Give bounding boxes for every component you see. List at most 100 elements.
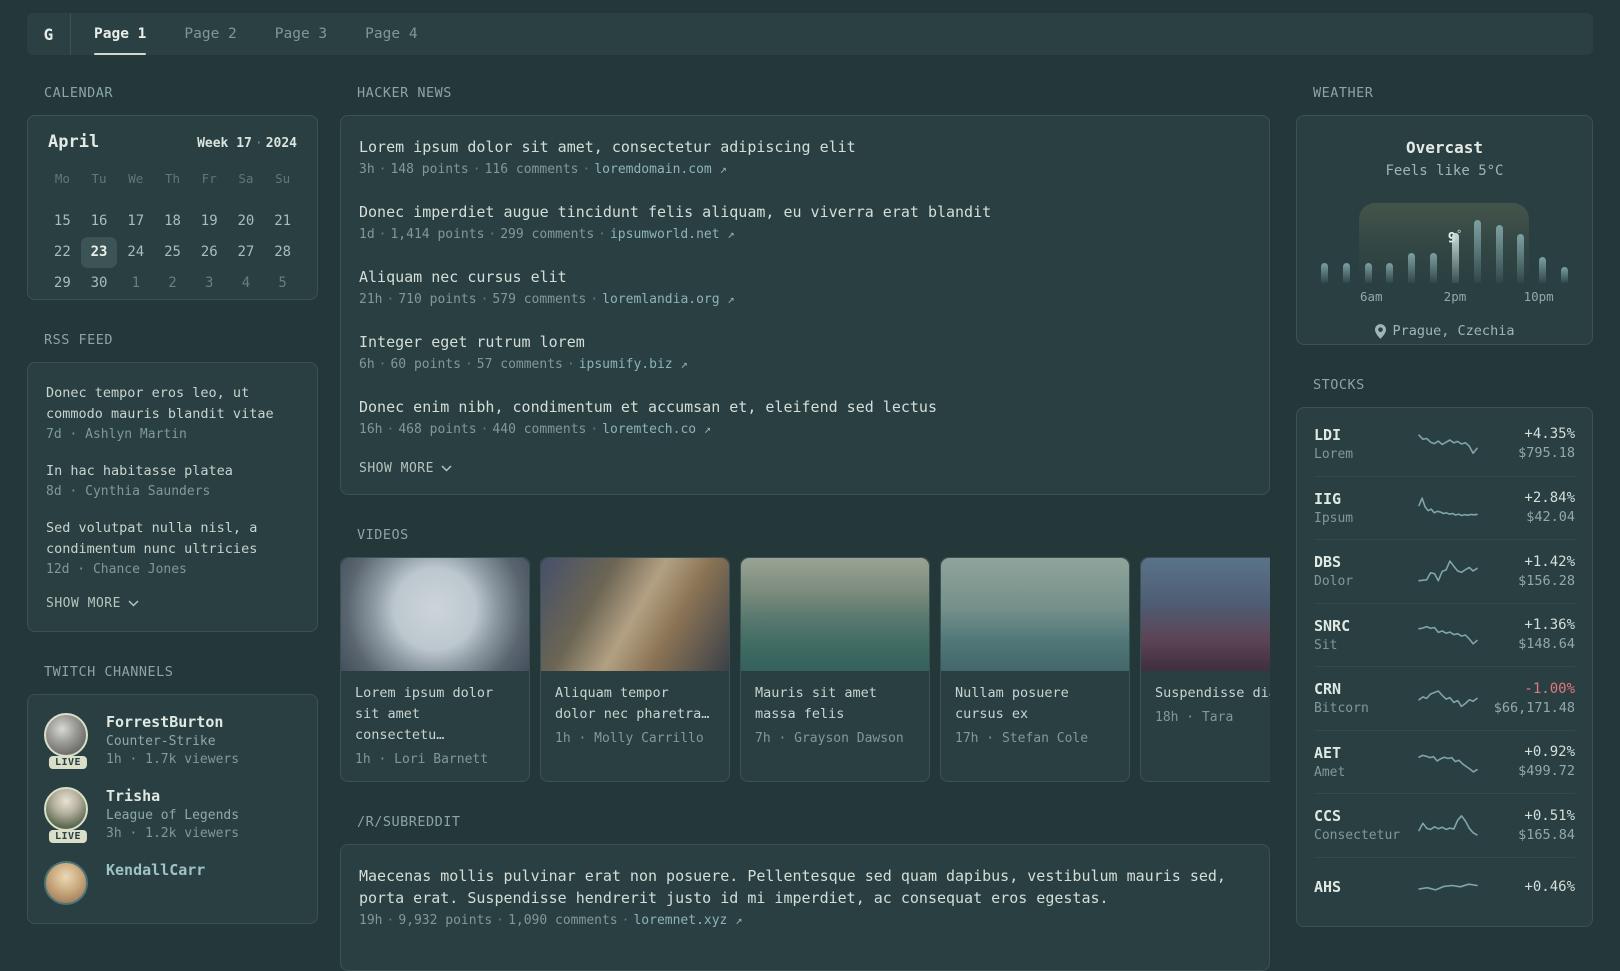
- stock-change: +0.51%: [1524, 807, 1575, 824]
- stock-row[interactable]: DBS Dolor +1.42% $156.28: [1314, 539, 1575, 603]
- stock-row[interactable]: CCS Consectetur +0.51% $165.84: [1314, 793, 1575, 857]
- video-thumbnail[interactable]: [941, 558, 1129, 671]
- video-card-body: Suspendisse diam 18h · Tara: [1141, 671, 1270, 739]
- stock-row[interactable]: SNRC Sit +1.36% $148.64: [1314, 602, 1575, 667]
- rss-item-title[interactable]: Donec tempor eros leo, ut commodo mauris…: [46, 383, 299, 425]
- video-card[interactable]: Lorem ipsum dolor sit amet consectetu… 1…: [340, 557, 530, 782]
- meta-time: 3h: [359, 162, 375, 177]
- stock-symbol: DBS: [1314, 553, 1342, 572]
- calendar-day-cell: 25: [164, 244, 181, 260]
- video-thumbnail[interactable]: [741, 558, 929, 671]
- video-thumbnail[interactable]: [341, 558, 529, 671]
- calendar-weekday-label: Sa: [238, 171, 254, 186]
- twitch-channel-info: ForrestBurton Counter-Strike 1h · 1.7k v…: [106, 713, 239, 767]
- stock-row[interactable]: IIG Ipsum +2.84% $42.04: [1314, 475, 1575, 540]
- meta-domain-link[interactable]: loremtech.co: [602, 422, 696, 437]
- video-card[interactable]: Suspendisse diam 18h · Tara: [1140, 557, 1270, 782]
- show-more-label: SHOW MORE: [46, 596, 121, 611]
- video-card[interactable]: Aliquam tempor dolor nec pharetra… 1h · …: [540, 557, 730, 782]
- avatar: [44, 713, 88, 757]
- center-column: HACKER NEWS Lorem ipsum dolor sit amet, …: [340, 60, 1270, 971]
- hackernews-item-title[interactable]: Maecenas mollis pulvinar erat non posuer…: [359, 865, 1251, 909]
- twitch-channel-row[interactable]: LIVE ForrestBurton Counter-Strike 1h · 1…: [44, 713, 301, 769]
- calendar-day-cell: 21: [274, 213, 292, 229]
- stock-sparkline: [1416, 429, 1480, 459]
- weather-feels-like: Feels like 5°C: [1385, 163, 1504, 179]
- page-tabs: Page 1 Page 2 Page 3 Page 4: [75, 13, 437, 55]
- meta-domain-link[interactable]: loremdomain.com: [594, 162, 711, 177]
- subreddit-post-list: Maecenas mollis pulvinar erat non posuer…: [359, 865, 1251, 928]
- hackernews-item-title[interactable]: Integer eget rutrum lorem: [359, 331, 1251, 353]
- videos-section: VIDEOS Lorem ipsum dolor sit amet consec…: [340, 527, 1270, 782]
- video-title[interactable]: Suspendisse diam: [1155, 683, 1270, 704]
- video-title[interactable]: Mauris sit amet massa felis: [755, 683, 915, 725]
- weather-bar: [1364, 263, 1372, 283]
- page-tab[interactable]: Page 2: [165, 13, 255, 55]
- meta-time: 21h: [359, 292, 383, 307]
- separator-dot: ·: [472, 162, 481, 177]
- stock-row[interactable]: AET Amet +0.92% $499.72: [1314, 729, 1575, 794]
- calendar-section: CALENDAR April Week 17 · 2024 Mo Tu We Th Fr Sa…: [27, 85, 318, 300]
- hackernews-item-title[interactable]: Donec imperdiet augue tincidunt felis al…: [359, 201, 1251, 223]
- page-tab[interactable]: Page 1: [75, 13, 165, 55]
- stock-price: $66,171.48: [1493, 699, 1575, 716]
- twitch-channel-name[interactable]: Trisha: [106, 787, 239, 805]
- twitch-channel-name[interactable]: ForrestBurton: [106, 713, 239, 731]
- stock-row[interactable]: LDI Lorem +4.35% $795.18: [1314, 412, 1575, 476]
- hackernews-item-title[interactable]: Aliquam nec cursus elit: [359, 266, 1251, 288]
- stock-price: $795.18: [1518, 445, 1575, 462]
- separator-dot: ·: [582, 162, 591, 177]
- weather-bar: [1321, 263, 1328, 283]
- stock-row[interactable]: AHS +0.46%: [1314, 856, 1575, 921]
- page-tab[interactable]: Page 3: [256, 13, 346, 55]
- video-card[interactable]: Nullam posuere cursus ex 17h · Stefan Co…: [940, 557, 1130, 782]
- twitch-channel-row[interactable]: LIVE Trisha League of Legends 3h · 1.2k …: [44, 787, 301, 843]
- weather-bar: [1451, 233, 1459, 283]
- hackernews-item-meta: 16h · 468 points · 440 comments · loremtech.co…: [359, 422, 1251, 437]
- twitch-channel-category: League of Legends: [106, 808, 240, 823]
- stock-row[interactable]: CRN Bitcorn -1.00% $66,171.48: [1314, 666, 1575, 730]
- meta-domain-link[interactable]: ipsumworld.net: [610, 227, 720, 242]
- twitch-channel-row[interactable]: KendallCarr: [44, 861, 301, 905]
- separator-dot: ·: [590, 422, 599, 437]
- meta-domain-link[interactable]: loremnet.xyz: [633, 913, 727, 928]
- video-meta: 7h · Grayson Dawson: [755, 731, 904, 746]
- meta-domain-link[interactable]: ipsumify.biz: [579, 357, 673, 372]
- stock-id: CRN Bitcorn: [1314, 680, 1416, 716]
- video-title[interactable]: Aliquam tempor dolor nec pharetra…: [555, 683, 715, 725]
- video-title[interactable]: Lorem ipsum dolor sit amet consectetu…: [355, 683, 515, 746]
- meta-domain-link[interactable]: loremlandia.org: [602, 292, 719, 307]
- hackernews-item-title[interactable]: Lorem ipsum dolor sit amet, consectetur …: [359, 136, 1251, 158]
- meta-time: 16h: [359, 422, 383, 437]
- video-thumbnail[interactable]: [1141, 558, 1270, 671]
- calendar-day-cell: 19: [200, 213, 218, 229]
- stock-values: +0.92% $499.72: [1480, 744, 1575, 779]
- hackernews-item-meta: 21h · 710 points · 579 comments · loremlandia.…: [359, 292, 1251, 307]
- video-card[interactable]: Mauris sit amet massa felis 7h · Grayson…: [740, 557, 930, 782]
- hackernews-item-title[interactable]: Donec enim nibh, condimentum et accumsan…: [359, 396, 1251, 418]
- twitch-channel-name[interactable]: KendallCarr: [106, 861, 205, 879]
- rss-show-more-button[interactable]: SHOW MORE: [46, 596, 299, 611]
- rss-item-title[interactable]: Sed volutpat nulla nisl, a condimentum n…: [46, 518, 299, 560]
- app-logo[interactable]: G: [27, 13, 71, 55]
- separator-dot: ·: [480, 422, 489, 437]
- rss-item-title[interactable]: In hac habitasse platea: [46, 461, 299, 482]
- video-thumbnail[interactable]: [541, 558, 729, 671]
- left-column: CALENDAR April Week 17 · 2024 Mo Tu We Th Fr Sa…: [27, 60, 318, 924]
- twitch-avatar-wrap: LIVE: [44, 787, 92, 843]
- weather-location[interactable]: Prague, Czechia: [1319, 323, 1570, 339]
- calendar-day-cell: 26: [200, 244, 218, 260]
- stock-symbol: AET: [1314, 743, 1342, 762]
- stock-change: +0.92%: [1524, 744, 1575, 761]
- stocks-section-title: STOCKS: [1313, 377, 1365, 393]
- page-tab[interactable]: Page 4: [346, 13, 436, 55]
- weather-widget: Overcast Feels like 5°C 9° 6am2pm10pm Pr…: [1296, 115, 1593, 345]
- stock-id: AET Amet: [1314, 744, 1416, 780]
- stock-change: +1.42%: [1524, 553, 1575, 570]
- video-title[interactable]: Nullam posuere cursus ex: [955, 683, 1115, 725]
- stock-values: +1.42% $156.28: [1480, 554, 1575, 589]
- live-badge: LIVE: [48, 756, 88, 769]
- hackernews-show-more-button[interactable]: SHOW MORE: [359, 461, 1251, 476]
- live-badge: LIVE: [48, 830, 88, 843]
- avatar: [44, 861, 88, 905]
